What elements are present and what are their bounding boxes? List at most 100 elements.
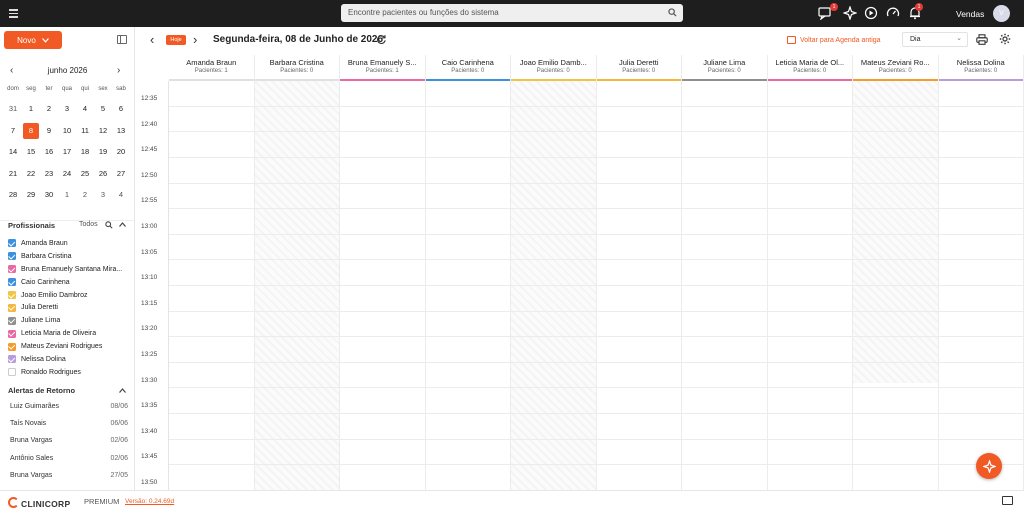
- professional-column-header[interactable]: Leticia Maria de Ol... Pacientes: 0: [767, 55, 853, 81]
- ai-assistant-button[interactable]: [976, 453, 1002, 479]
- calendar-day[interactable]: 9: [40, 123, 58, 145]
- checkbox[interactable]: [8, 342, 16, 351]
- professional-column-header[interactable]: Amanda Braun Pacientes: 1: [169, 55, 255, 81]
- messages-icon[interactable]: [1002, 496, 1013, 505]
- next-day-icon[interactable]: ›: [193, 32, 197, 47]
- calendar-day[interactable]: 30: [40, 187, 58, 209]
- speedometer-icon[interactable]: [886, 6, 900, 20]
- alert-item[interactable]: Luiz Guimarães 08/06: [10, 403, 128, 420]
- professional-filter-item[interactable]: Bruna Emanuely Santana Mira...: [8, 263, 133, 276]
- calendar-day[interactable]: 19: [94, 144, 112, 166]
- calendar-day[interactable]: 22: [22, 166, 40, 188]
- calendar-day[interactable]: 16: [40, 144, 58, 166]
- calendar-day[interactable]: 28: [4, 187, 22, 209]
- professional-filter-item[interactable]: Amanda Braun: [8, 237, 133, 250]
- calendar-day[interactable]: 7: [4, 123, 22, 145]
- ai-sparkle-icon[interactable]: [842, 5, 858, 21]
- calendar-day[interactable]: 10: [58, 123, 76, 145]
- user-label[interactable]: Vendas: [956, 9, 984, 19]
- professional-column-header[interactable]: Bruna Emanuely S... Pacientes: 1: [340, 55, 426, 81]
- prev-month-icon[interactable]: ‹: [10, 65, 13, 76]
- professional-column-header[interactable]: Joao Emilio Damb... Pacientes: 0: [511, 55, 597, 81]
- calendar-day[interactable]: 6: [112, 101, 130, 123]
- checkbox[interactable]: [8, 265, 16, 274]
- professional-filter-item[interactable]: Mateus Zeviani Rodrigues: [8, 340, 133, 353]
- view-select[interactable]: Dia ⌄: [902, 32, 968, 47]
- checkbox[interactable]: [8, 316, 16, 325]
- search-icon[interactable]: [668, 8, 677, 17]
- calendar-day[interactable]: 20: [112, 144, 130, 166]
- professionals-all-link[interactable]: Todos: [79, 221, 98, 228]
- calendar-day[interactable]: 14: [4, 144, 22, 166]
- checkbox[interactable]: [8, 239, 16, 248]
- calendar-day[interactable]: 8: [22, 122, 40, 145]
- hamburger-menu-icon[interactable]: [4, 5, 22, 22]
- calendar-day[interactable]: 4: [76, 101, 94, 123]
- professional-column-header[interactable]: Julia Deretti Pacientes: 0: [596, 55, 682, 81]
- calendar-day[interactable]: 26: [94, 166, 112, 188]
- search-input[interactable]: Encontre pacientes ou funções do sistema: [341, 4, 683, 22]
- checkbox[interactable]: [8, 291, 16, 299]
- professional-column-header[interactable]: Juliane Lima Pacientes: 0: [682, 55, 768, 81]
- checkbox[interactable]: [8, 278, 16, 287]
- professional-column-header[interactable]: Mateus Zeviani Ro... Pacientes: 0: [853, 55, 939, 81]
- calendar-day[interactable]: 27: [112, 166, 130, 188]
- calendar-day[interactable]: 11: [76, 123, 94, 145]
- calendar-day[interactable]: 3: [58, 101, 76, 123]
- professional-filter-item[interactable]: Leticia Maria de Oliveira: [8, 327, 133, 340]
- checkbox[interactable]: [8, 329, 16, 338]
- calendar-day[interactable]: 15: [22, 144, 40, 166]
- chevron-up-icon[interactable]: [119, 388, 126, 393]
- chevron-up-icon[interactable]: [119, 222, 126, 227]
- alert-item[interactable]: Bruna Vargas 02/06: [10, 437, 128, 454]
- calendar-day[interactable]: 21: [4, 166, 22, 188]
- settings-gear-icon[interactable]: [999, 33, 1011, 45]
- search-icon[interactable]: [105, 221, 113, 229]
- print-icon[interactable]: [976, 34, 988, 45]
- professional-column-header[interactable]: Caio Carinhena Pacientes: 0: [425, 55, 511, 81]
- calendar-day[interactable]: 4: [112, 187, 130, 209]
- professional-filter-item[interactable]: Nelissa Dolina: [8, 353, 133, 366]
- professional-filter-item[interactable]: Joao Emilio Dambroz: [8, 289, 133, 302]
- calendar-day[interactable]: 17: [58, 144, 76, 166]
- calendar-day[interactable]: 2: [40, 101, 58, 123]
- alert-item[interactable]: Bruna Vargas 27/05: [10, 472, 128, 489]
- calendar-day[interactable]: 3: [94, 187, 112, 209]
- checkbox[interactable]: [8, 368, 16, 377]
- chat-icon[interactable]: 1: [818, 3, 838, 21]
- next-month-icon[interactable]: ›: [117, 65, 120, 76]
- notifications-bell-icon[interactable]: 1: [908, 3, 923, 20]
- calendar-day[interactable]: 24: [58, 166, 76, 188]
- checkbox[interactable]: [8, 252, 16, 261]
- calendar-day[interactable]: 5: [94, 101, 112, 123]
- professional-filter-item[interactable]: Ronaldo Rodrigues: [8, 366, 133, 379]
- prev-day-icon[interactable]: ‹: [150, 32, 154, 47]
- calendar-day[interactable]: 23: [40, 166, 58, 188]
- video-icon[interactable]: [864, 6, 878, 20]
- refresh-icon[interactable]: [376, 34, 387, 45]
- professional-column-header[interactable]: Nelissa Dolina Pacientes: 0: [938, 55, 1024, 81]
- calendar-day[interactable]: 13: [112, 123, 130, 145]
- today-button[interactable]: Hoje: [166, 35, 186, 45]
- alert-item[interactable]: Taís Novais 06/06: [10, 420, 128, 437]
- avatar[interactable]: V: [993, 5, 1010, 22]
- alert-item[interactable]: Antônio Sales 02/06: [10, 455, 128, 472]
- calendar-day[interactable]: 25: [76, 166, 94, 188]
- version-link[interactable]: Versão: 0.24.69d: [125, 498, 174, 505]
- professional-filter-item[interactable]: Caio Carinhena: [8, 276, 133, 289]
- calendar-day[interactable]: 29: [22, 187, 40, 209]
- professional-filter-item[interactable]: Julia Deretti: [8, 301, 133, 314]
- calendar-day[interactable]: 12: [94, 123, 112, 145]
- calendar-day[interactable]: 31: [4, 101, 22, 123]
- new-button[interactable]: Novo: [4, 31, 62, 49]
- professional-filter-item[interactable]: Barbara Cristina: [8, 250, 133, 263]
- calendar-day[interactable]: 2: [76, 187, 94, 209]
- checkbox[interactable]: [8, 303, 16, 312]
- calendar-day[interactable]: 1: [22, 101, 40, 123]
- collapse-sidebar-icon[interactable]: [117, 35, 127, 44]
- checkbox[interactable]: [8, 355, 16, 364]
- calendar-day[interactable]: 1: [58, 187, 76, 209]
- back-to-old-agenda-link[interactable]: Voltar para Agenda antiga: [787, 36, 881, 44]
- professional-filter-item[interactable]: Juliane Lima: [8, 314, 133, 327]
- professional-column-header[interactable]: Barbara Cristina Pacientes: 0: [254, 55, 340, 81]
